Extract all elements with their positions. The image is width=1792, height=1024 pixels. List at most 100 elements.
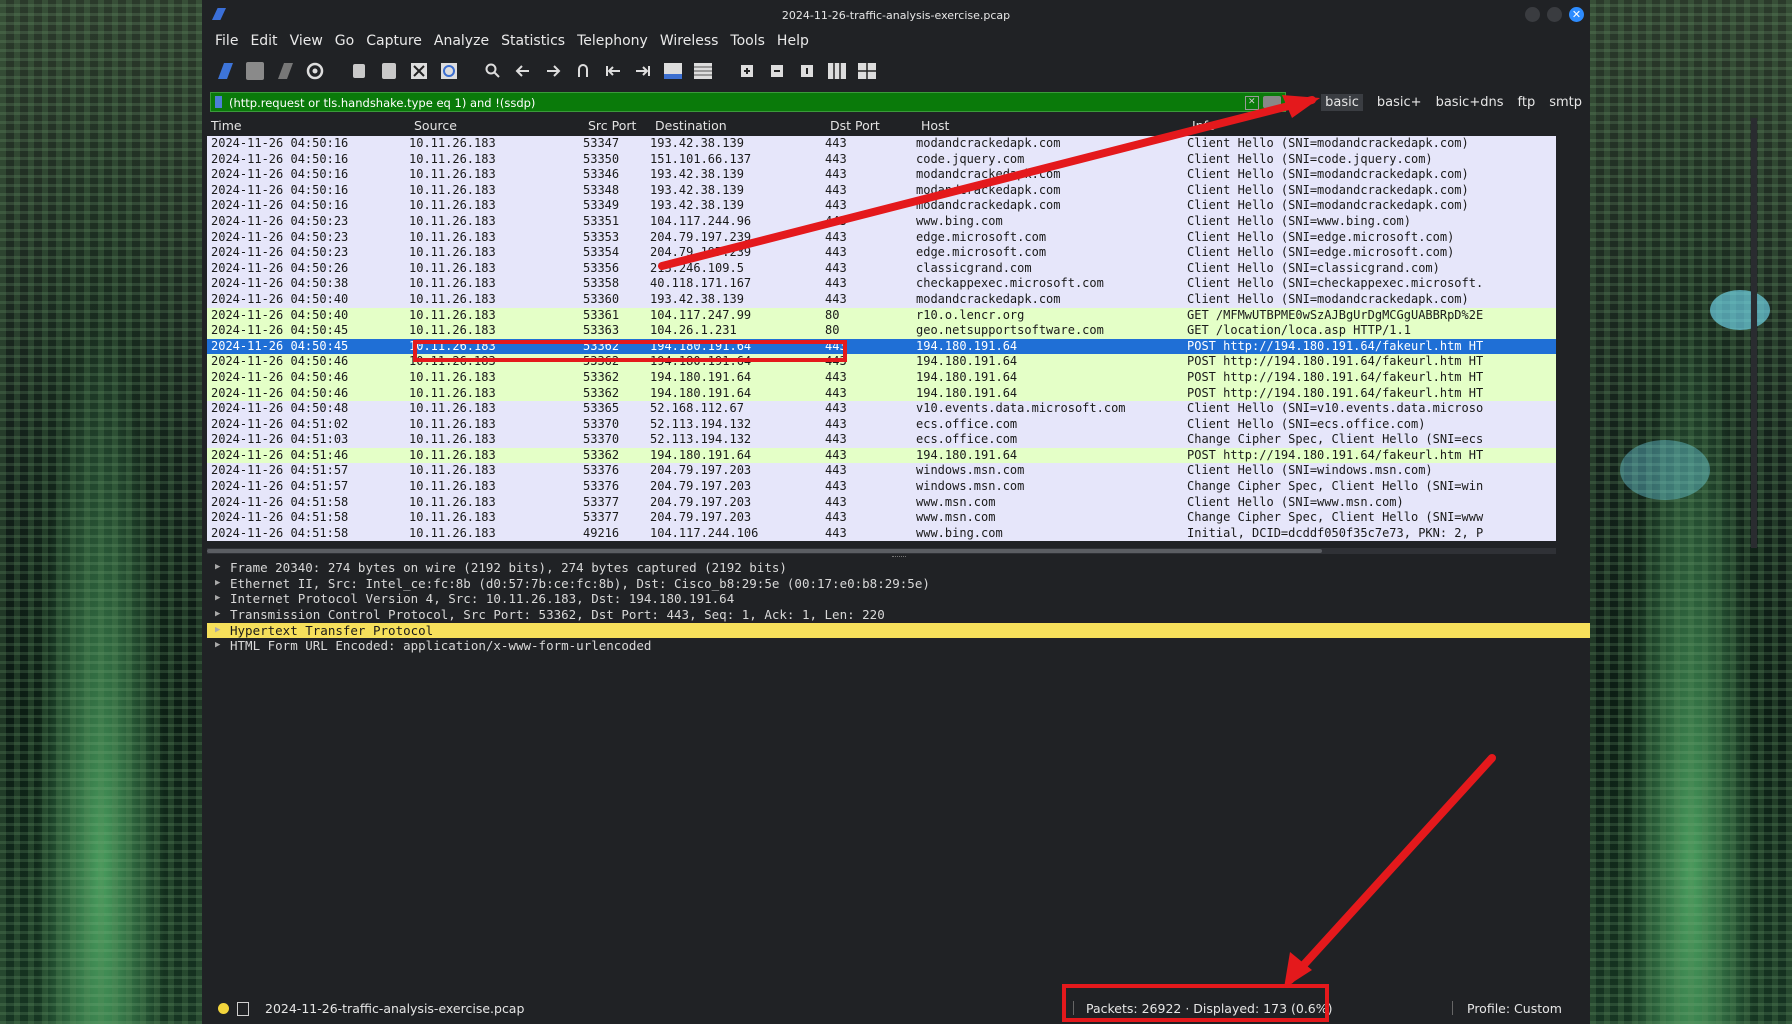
resize-columns-icon[interactable]	[826, 60, 848, 82]
packet-row[interactable]: 2024-11-26 04:51:03 10.11.26.183 53370 52.1…	[207, 432, 1556, 448]
colorize-icon[interactable]	[692, 60, 714, 82]
go-to-packet-icon[interactable]	[572, 60, 594, 82]
detail-tcp[interactable]: ▶ Transmission Control Protocol, Src Port…	[207, 607, 1590, 623]
packet-row[interactable]: 2024-11-26 04:51:58 10.11.26.183 53377 204.…	[207, 494, 1556, 511]
menu-analyze[interactable]: Analyze	[434, 33, 489, 49]
expand-arrow-icon[interactable]: ▶	[215, 623, 220, 639]
packet-row[interactable]: 2024-11-26 04:50:46 10.11.26.183 53362 194.…	[207, 385, 1556, 402]
packet-row[interactable]: 2024-11-26 04:51:58 10.11.26.183 53377 204.…	[207, 510, 1556, 526]
add-filter-button-icon[interactable]: +	[1298, 93, 1311, 112]
apply-filter-icon[interactable]	[1262, 96, 1281, 108]
go-back-icon[interactable]	[512, 60, 534, 82]
expand-arrow-icon[interactable]: ▶	[215, 638, 220, 654]
normal-size-icon[interactable]	[796, 60, 818, 82]
expand-arrow-icon[interactable]: ▶	[215, 560, 220, 576]
column-header-destination[interactable]: Destination	[655, 118, 830, 136]
menu-tools[interactable]: Tools	[730, 33, 765, 49]
packet-row[interactable]: 2024-11-26 04:50:16 10.11.26.183 53350 151.…	[207, 151, 1556, 168]
column-header-src-port[interactable]: Src Port	[588, 118, 655, 136]
packet-row[interactable]: 2024-11-26 04:50:23 10.11.26.183 53354 204.…	[207, 245, 1556, 261]
auto-scroll-icon[interactable]	[662, 60, 684, 82]
packet-row[interactable]: 2024-11-26 04:50:40 10.11.26.183 53361 104.…	[207, 307, 1556, 324]
menu-capture[interactable]: Capture	[366, 33, 422, 49]
packet-row-selected[interactable]: 2024-11-26 04:50:45 10.11.26.183 53362 194.…	[207, 338, 1556, 355]
close-button[interactable]: ✕	[1569, 7, 1584, 22]
filter-button-ftp[interactable]: ftp	[1518, 95, 1536, 110]
expand-arrow-icon[interactable]: ▶	[215, 607, 220, 623]
filter-button-smtp[interactable]: smtp	[1549, 95, 1582, 110]
packet-list-vertical-scrollbar[interactable]	[1751, 118, 1757, 548]
menu-telephony[interactable]: Telephony	[577, 33, 648, 49]
layout-icon[interactable]	[856, 60, 878, 82]
cell-time: 2024-11-26 04:50:16	[211, 136, 349, 150]
menu-file[interactable]: File	[215, 33, 238, 49]
packet-row[interactable]: 2024-11-26 04:51:57 10.11.26.183 53376 204.…	[207, 479, 1556, 495]
packet-row[interactable]: 2024-11-26 04:50:38 10.11.26.183 53358 40.1…	[207, 276, 1556, 292]
detail-ethernet[interactable]: ▶ Ethernet II, Src: Intel_ce:fc:8b (d0:57…	[207, 576, 1590, 592]
restart-capture-icon[interactable]	[274, 60, 296, 82]
last-packet-icon[interactable]	[632, 60, 654, 82]
go-forward-icon[interactable]	[542, 60, 564, 82]
packet-row[interactable]: 2024-11-26 04:50:16 10.11.26.183 53346 193.…	[207, 167, 1556, 183]
menu-go[interactable]: Go	[335, 33, 354, 49]
open-file-icon[interactable]	[348, 60, 370, 82]
detail-frame[interactable]: ▶ Frame 20340: 274 bytes on wire (2192 bi…	[207, 560, 1590, 576]
zoom-out-icon[interactable]	[766, 60, 788, 82]
packet-row[interactable]: 2024-11-26 04:50:16 10.11.26.183 53348 193.…	[207, 182, 1556, 199]
reload-file-icon[interactable]	[438, 60, 460, 82]
start-capture-icon[interactable]	[214, 60, 236, 82]
cell-destination: 193.42.38.139	[650, 198, 744, 213]
filter-button-basic-plus-dns[interactable]: basic+dns	[1436, 95, 1504, 110]
maximize-button[interactable]	[1547, 7, 1562, 22]
menu-edit[interactable]: Edit	[250, 33, 277, 49]
expert-info-icon[interactable]	[218, 1003, 229, 1014]
packet-row[interactable]: 2024-11-26 04:50:46 10.11.26.183 53362 194.…	[207, 369, 1556, 386]
filter-button-basic-plus[interactable]: basic+	[1377, 95, 1422, 110]
column-header-time[interactable]: Time	[207, 118, 414, 136]
expand-arrow-icon[interactable]: ▶	[215, 591, 220, 607]
packet-row[interactable]: 2024-11-26 04:50:16 10.11.26.183 53349 193.…	[207, 198, 1556, 214]
stop-capture-icon[interactable]	[244, 60, 266, 82]
column-header-info[interactable]: Info	[1192, 118, 1292, 136]
menu-view[interactable]: View	[290, 33, 323, 49]
display-filter-input[interactable]: (http.request or tls.handshake.type eq 1…	[210, 92, 1286, 112]
packet-row[interactable]: 2024-11-26 04:50:48 10.11.26.183 53365 52.1…	[207, 401, 1556, 417]
column-header-source[interactable]: Source	[414, 118, 588, 136]
detail-http[interactable]: ▶ Hypertext Transfer Protocol	[207, 622, 1590, 639]
packet-row[interactable]: 2024-11-26 04:51:58 10.11.26.183 49216 104.…	[207, 525, 1556, 542]
packet-row[interactable]: 2024-11-26 04:50:16 10.11.26.183 53347 193.…	[207, 136, 1556, 152]
title-bar: 2024-11-26-traffic-analysis-exercise.pca…	[202, 0, 1590, 30]
first-packet-icon[interactable]	[602, 60, 624, 82]
detail-html-form[interactable]: ▶ HTML Form URL Encoded: application/x-ww…	[207, 638, 1590, 654]
expand-arrow-icon[interactable]: ▶	[215, 576, 220, 592]
zoom-in-icon[interactable]	[736, 60, 758, 82]
column-header-dst-port[interactable]: Dst Port	[830, 118, 921, 136]
packet-row[interactable]: 2024-11-26 04:51:02 10.11.26.183 53370 52.1…	[207, 416, 1556, 433]
menu-wireless[interactable]: Wireless	[660, 33, 719, 49]
packet-row[interactable]: 2024-11-26 04:50:26 10.11.26.183 53356 213.…	[207, 260, 1556, 277]
packet-list-horizontal-scrollbar[interactable]	[207, 548, 1556, 554]
packet-row[interactable]: 2024-11-26 04:50:40 10.11.26.183 53360 193.…	[207, 291, 1556, 308]
menu-help[interactable]: Help	[777, 33, 809, 49]
menu-statistics[interactable]: Statistics	[501, 33, 565, 49]
packet-row[interactable]: 2024-11-26 04:50:46 10.11.26.183 53362 194.…	[207, 354, 1556, 370]
packet-row[interactable]: 2024-11-26 04:50:45 10.11.26.183 53363 104.…	[207, 323, 1556, 339]
minimize-button[interactable]	[1525, 7, 1540, 22]
detail-ipv4[interactable]: ▶ Internet Protocol Version 4, Src: 10.11…	[207, 591, 1590, 607]
filter-button-basic[interactable]: basic	[1321, 93, 1363, 111]
capture-comment-icon[interactable]	[237, 1002, 249, 1016]
find-packet-icon[interactable]	[482, 60, 504, 82]
packet-row[interactable]: 2024-11-26 04:50:23 10.11.26.183 53351 104.…	[207, 213, 1556, 230]
packet-row[interactable]: 2024-11-26 04:51:57 10.11.26.183 53376 204.…	[207, 463, 1556, 480]
packet-row[interactable]: 2024-11-26 04:51:46 10.11.26.183 53362 194.…	[207, 447, 1556, 464]
save-file-icon[interactable]	[378, 60, 400, 82]
column-header-host[interactable]: Host	[921, 118, 1192, 136]
clear-filter-icon[interactable]: ✕	[1244, 96, 1259, 110]
scrollbar-thumb[interactable]	[207, 549, 1322, 553]
status-profile[interactable]: Profile: Custom	[1467, 1001, 1562, 1016]
packet-row[interactable]: 2024-11-26 04:50:23 10.11.26.183 53353 204.…	[207, 229, 1556, 246]
capture-options-icon[interactable]	[304, 60, 326, 82]
filter-bookmark-icon[interactable]	[215, 96, 222, 108]
cell-source: 10.11.26.183	[409, 323, 496, 338]
close-file-icon[interactable]	[408, 60, 430, 82]
